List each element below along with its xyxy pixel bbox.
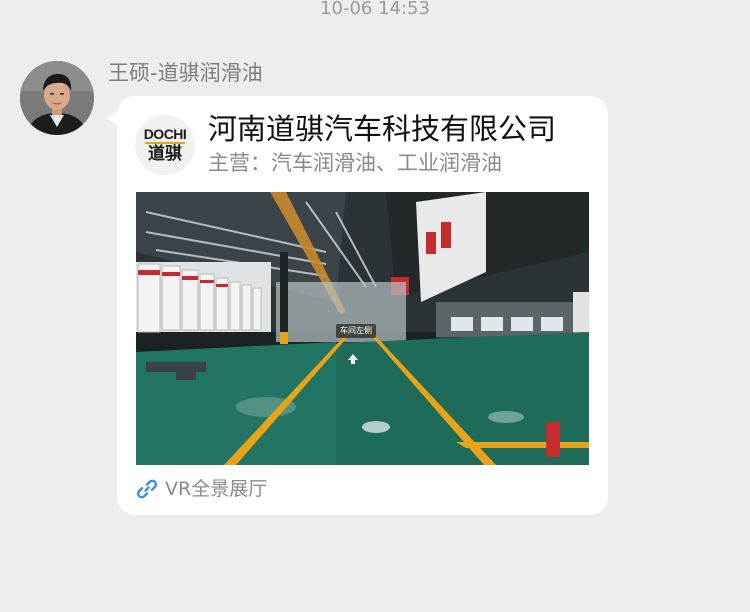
company-business: 主营：汽车润滑油、工业润滑油 (208, 151, 502, 175)
company-card[interactable]: DOCHI 道骐 河南道骐汽车科技有限公司 主营：汽车润滑油、工业润滑油 车间左… (117, 96, 608, 515)
company-name: 河南道骐汽车科技有限公司 (208, 112, 557, 146)
avatar-portrait (20, 61, 94, 135)
avatar[interactable] (20, 61, 94, 135)
vr-link-label: VR全景展厅 (165, 478, 268, 500)
panorama-preview[interactable]: 车间左侧 (136, 192, 589, 465)
message-timestamp: 10-06 14:53 (320, 0, 430, 19)
company-logo: DOCHI 道骐 (135, 115, 195, 175)
vr-link[interactable]: VR全景展厅 (136, 476, 267, 502)
sender-name: 王硕-道骐润滑油 (108, 61, 263, 85)
logo-text-en: DOCHI (143, 126, 187, 142)
arrow-up-icon[interactable] (345, 350, 361, 366)
link-icon (136, 478, 158, 500)
logo-text-cn: 道骐 (148, 144, 182, 164)
panorama-location-tag: 车间左侧 (336, 324, 376, 338)
